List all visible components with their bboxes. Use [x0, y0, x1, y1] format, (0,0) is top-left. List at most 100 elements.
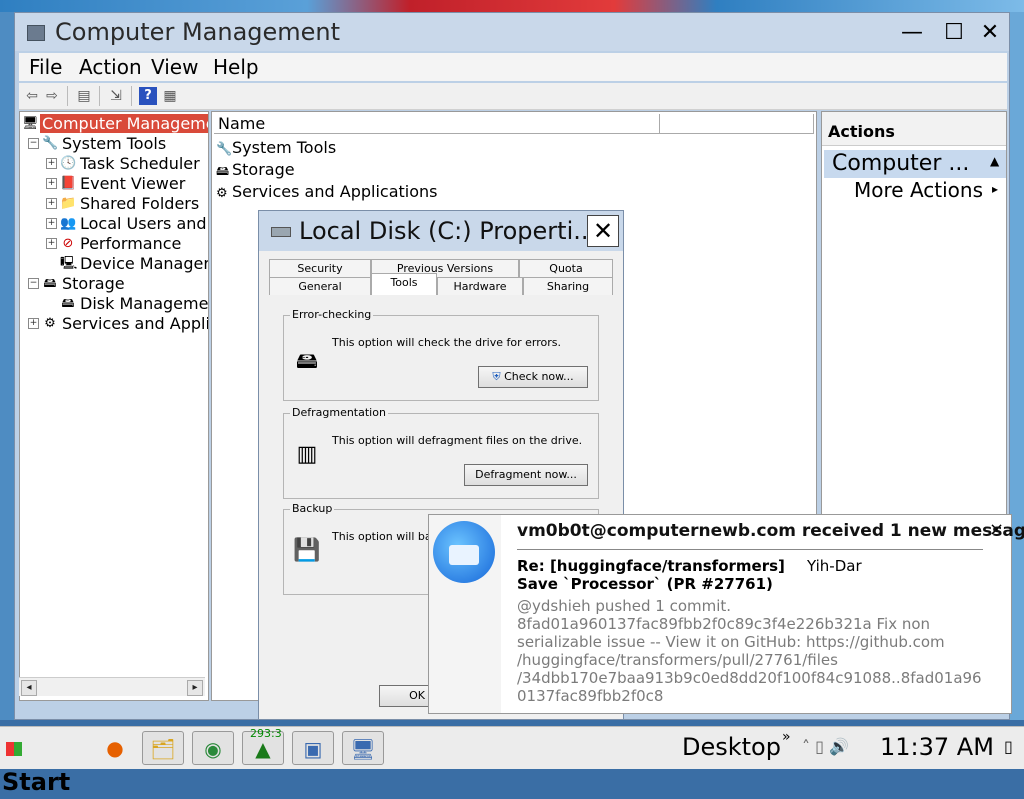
check-now-button[interactable]: ⛨ Check now...: [478, 366, 588, 388]
menu-bar: File Action View Help: [19, 53, 1007, 81]
tree-item-event-viewer[interactable]: + 📕 Event Viewer: [22, 174, 208, 194]
tab-hardware[interactable]: Hardware: [437, 277, 523, 295]
column-header-empty[interactable]: [660, 114, 814, 134]
taskbar: Start ● 🗂 ◉ ▲ 293:3 ▣ 🖥 Desktop » ˄ ▯ 🔊 …: [0, 726, 1024, 796]
list-item-label: Storage: [232, 160, 295, 179]
tree-item-performance[interactable]: + ⊘ Performance: [22, 234, 208, 254]
desktop-toolbar-label[interactable]: Desktop: [682, 733, 781, 761]
app-badge: 293:3: [250, 727, 282, 740]
expand-icon[interactable]: +: [46, 218, 57, 229]
group-description: This option will defragment files on the…: [332, 434, 583, 447]
notification-sender: Yih-Dar: [807, 557, 862, 575]
collapse-arrow-icon[interactable]: ▲: [990, 154, 999, 168]
defragmentation-group: Defragmentation ▥ This option will defra…: [283, 406, 599, 499]
new-mail-notification[interactable]: × vm0b0t@computernewb.com received 1 new…: [428, 514, 1024, 714]
tree-item-task-scheduler[interactable]: + 🕓 Task Scheduler: [22, 154, 208, 174]
tools-icon: 🔧: [42, 136, 59, 151]
desktop-background-right: [1010, 12, 1024, 720]
tree-item-system-tools[interactable]: − 🔧 System Tools: [22, 134, 208, 154]
forward-arrow-icon[interactable]: ⇨: [43, 87, 61, 105]
action-pane-icon[interactable]: ▦: [161, 87, 179, 105]
column-header-name[interactable]: Name: [214, 114, 660, 134]
defragment-icon: ▥: [296, 442, 318, 467]
dialog-title: Local Disk (C:) Properti...: [299, 217, 597, 245]
expand-icon[interactable]: +: [46, 198, 57, 209]
minimize-button[interactable]: —: [897, 19, 927, 47]
window-title: Computer Management: [55, 18, 341, 46]
picture-app-icon[interactable]: ▣: [292, 731, 334, 765]
tree-item-services[interactable]: + ⚙ Services and Applica: [22, 314, 208, 334]
help-icon[interactable]: ?: [139, 87, 157, 105]
actions-section-label: Computer ...: [832, 151, 970, 176]
scroll-left-icon[interactable]: ◂: [21, 680, 37, 696]
expand-icon[interactable]: +: [28, 318, 39, 329]
tree-item-label: Local Users and G: [80, 214, 208, 233]
back-arrow-icon[interactable]: ⇦: [23, 87, 41, 105]
expand-icon[interactable]: +: [46, 158, 57, 169]
menu-action[interactable]: Action: [79, 55, 142, 79]
computer-management-taskbar-icon[interactable]: 🖥: [342, 731, 384, 765]
tab-quota[interactable]: Quota: [519, 259, 613, 277]
collapse-icon[interactable]: −: [28, 278, 39, 289]
title-bar[interactable]: Computer Management — ☐ ✕: [15, 13, 1009, 51]
tree-item-shared-folders[interactable]: + 📁 Shared Folders: [22, 194, 208, 214]
tree-item-label: Shared Folders: [80, 194, 200, 213]
list-item-storage[interactable]: 🖴 Storage: [216, 160, 295, 184]
tree-item-label: Device Manager: [80, 254, 209, 273]
file-explorer-icon[interactable]: 🗂: [142, 731, 184, 765]
list-item-system-tools[interactable]: 🔧System Tools: [216, 138, 336, 157]
group-label: Error-checking: [290, 308, 374, 321]
tree-horizontal-scrollbar[interactable]: ◂ ▸: [19, 677, 205, 696]
notification-subject: Re: [huggingface/transformers] Save `Pro…: [517, 557, 785, 593]
list-item-services[interactable]: ⚙ Services and Applications: [216, 182, 437, 201]
services-icon: ⚙: [44, 316, 56, 331]
tree-item-storage[interactable]: − 🖴 Storage: [22, 274, 208, 294]
start-button[interactable]: Start: [2, 731, 82, 796]
storage-icon: 🖴: [43, 276, 57, 291]
menu-help[interactable]: Help: [213, 55, 259, 79]
tree-item-computer-management[interactable]: 🖥 Computer Management: [22, 114, 208, 134]
menu-file[interactable]: File: [29, 55, 62, 79]
tree-item-label: Computer Management: [40, 114, 208, 133]
tree-item-label: Disk Management: [80, 294, 209, 313]
scroll-right-icon[interactable]: ▸: [187, 680, 203, 696]
group-label: Defragmentation: [290, 406, 388, 419]
group-description: This option will check the drive for err…: [332, 336, 561, 349]
toolbar: ⇦ ⇨ ▤ ⇲ ? ▦: [19, 83, 1007, 110]
close-button[interactable]: ✕: [975, 19, 1005, 47]
tree-item-label: System Tools: [62, 134, 167, 153]
firefox-icon[interactable]: ●: [94, 731, 136, 765]
actions-section-computer[interactable]: Computer ... ▲: [824, 150, 1006, 178]
show-desktop-icon[interactable]: ▯: [1004, 737, 1013, 756]
tree-item-local-users[interactable]: + 👥 Local Users and G: [22, 214, 208, 234]
chrome-icon[interactable]: ◉: [192, 731, 234, 765]
export-list-icon[interactable]: ⇲: [107, 87, 125, 105]
maximize-button[interactable]: ☐: [939, 19, 969, 47]
expand-icon[interactable]: +: [46, 238, 57, 249]
tree-item-device-manager[interactable]: 🖳 Device Manager: [22, 254, 209, 274]
toolbar-divider: [99, 86, 100, 106]
tab-sharing[interactable]: Sharing: [523, 277, 613, 295]
dialog-close-button[interactable]: ✕: [587, 215, 619, 247]
show-hide-tree-icon[interactable]: ▤: [75, 87, 93, 105]
windows-logo-icon: [6, 742, 22, 756]
menu-view[interactable]: View: [151, 55, 198, 79]
clock[interactable]: 11:37 AM: [880, 733, 994, 761]
tree-item-disk-management[interactable]: 🖴 Disk Management: [22, 294, 209, 314]
tab-general[interactable]: General: [269, 277, 371, 295]
tab-tools[interactable]: Tools: [371, 273, 437, 295]
notification-divider: [517, 549, 983, 550]
defragment-now-button[interactable]: Defragment now...: [464, 464, 588, 486]
dialog-title-bar[interactable]: Local Disk (C:) Properti... ✕: [259, 211, 623, 251]
list-item-label: System Tools: [232, 138, 337, 157]
toolbar-chevron-icon[interactable]: »: [782, 729, 791, 745]
expand-icon[interactable]: +: [46, 178, 57, 189]
system-tray-icons[interactable]: ˄ ▯ 🔊: [802, 737, 849, 756]
notification-body: @ydshieh pushed 1 commit. 8fad01a960137f…: [517, 597, 982, 705]
tab-security[interactable]: Security: [269, 259, 371, 277]
collapse-icon[interactable]: −: [28, 138, 39, 149]
backup-icon: 💾: [293, 538, 321, 563]
submenu-arrow-icon: ▸: [992, 182, 999, 196]
more-actions-item[interactable]: More Actions ▸: [854, 178, 998, 202]
list-item-label: Services and Applications: [232, 182, 438, 201]
